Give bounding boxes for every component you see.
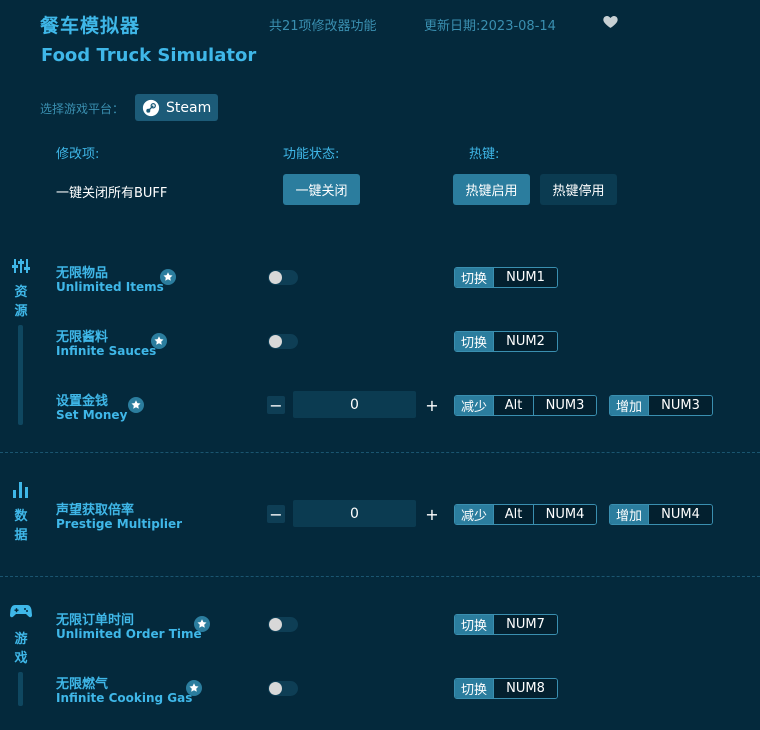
update-date: 更新日期:2023-08-14 — [424, 19, 556, 34]
hotkey-modifier: Alt — [493, 396, 534, 415]
steam-icon — [142, 99, 160, 117]
section-data-label: 数据 — [14, 509, 28, 543]
unlimited-items-label-en: Unlimited Items — [56, 280, 164, 294]
heart-icon[interactable] — [602, 13, 619, 30]
hotkey-toggle-tag: 切换 — [455, 268, 494, 287]
section-divider — [0, 576, 760, 577]
set-money-input[interactable]: 0 — [293, 391, 416, 418]
bar-chart-icon — [11, 480, 31, 498]
prestige-multiplier-increase-button[interactable]: + — [423, 505, 441, 524]
set-money-decrease-hotkey[interactable]: 减少 Alt NUM3 — [454, 395, 598, 416]
section-game-label: 游戏 — [14, 632, 28, 666]
set-money-label-en: Set Money — [56, 408, 128, 422]
hotkey-key: NUM4 — [648, 505, 713, 524]
hotkey-enable-button[interactable]: 热键启用 — [453, 174, 530, 205]
hotkey-key: NUM3 — [533, 396, 597, 415]
star-icon[interactable] — [186, 680, 202, 696]
hotkey-increase-tag: 增加 — [610, 505, 649, 524]
infinite-sauces-toggle[interactable] — [268, 334, 298, 349]
close-all-label: 一键关闭所有BUFF — [56, 186, 168, 201]
prestige-multiplier-decrease-hotkey[interactable]: 减少 Alt NUM4 — [454, 504, 598, 525]
unlimited-items-toggle[interactable] — [268, 270, 298, 285]
prestige-multiplier-label-en: Prestige Multiplier — [56, 517, 183, 531]
hotkey-key: NUM1 — [493, 268, 558, 287]
section-divider — [0, 452, 760, 453]
hotkey-key: NUM8 — [493, 679, 558, 698]
unlimited-order-time-label-cn: 无限订单时间 — [56, 613, 135, 628]
hotkey-key: NUM2 — [493, 332, 558, 351]
hotkey-toggle-tag: 切换 — [455, 615, 494, 634]
infinite-cooking-gas-label-cn: 无限燃气 — [56, 677, 109, 692]
section-resources-bar — [18, 325, 23, 425]
star-icon[interactable] — [194, 616, 210, 632]
sliders-icon — [11, 257, 31, 275]
infinite-cooking-gas-label-en: Infinite Cooking Gas — [56, 691, 193, 705]
hotkey-modifier: Alt — [493, 505, 534, 524]
toggle-knob — [269, 271, 282, 284]
infinite-sauces-label-cn: 无限酱料 — [56, 330, 109, 345]
infinite-sauces-hotkey[interactable]: 切换 NUM2 — [454, 331, 559, 352]
prestige-multiplier-decrease-button[interactable]: − — [267, 505, 285, 524]
unlimited-order-time-hotkey[interactable]: 切换 NUM7 — [454, 614, 559, 635]
hotkey-decrease-tag: 减少 — [455, 505, 494, 524]
toggle-knob — [269, 682, 282, 695]
game-title: Food Truck Simulator — [41, 45, 257, 66]
steam-label: Steam — [166, 99, 212, 116]
hotkey-key: NUM3 — [648, 396, 713, 415]
platform-label: 选择游戏平台： — [40, 102, 125, 116]
set-money-label-cn: 设置金钱 — [56, 394, 109, 409]
set-money-increase-button[interactable]: + — [423, 396, 441, 415]
star-icon[interactable] — [128, 397, 144, 413]
close-all-button[interactable]: 一键关闭 — [283, 174, 360, 205]
unlimited-order-time-toggle[interactable] — [268, 617, 298, 632]
unlimited-order-time-label-en: Unlimited Order Time — [56, 627, 202, 641]
column-mod-header: 修改项: — [56, 147, 100, 162]
toggle-knob — [269, 618, 282, 631]
prestige-multiplier-label-cn: 声望获取倍率 — [56, 503, 135, 518]
infinite-cooking-gas-toggle[interactable] — [268, 681, 298, 696]
unlimited-items-label-cn: 无限物品 — [56, 266, 109, 281]
star-icon[interactable] — [160, 269, 176, 285]
hotkey-toggle-tag: 切换 — [455, 679, 494, 698]
gamepad-icon — [9, 603, 33, 619]
hotkey-disable-button[interactable]: 热键停用 — [540, 174, 617, 205]
infinite-cooking-gas-hotkey[interactable]: 切换 NUM8 — [454, 678, 559, 699]
hotkey-decrease-tag: 减少 — [455, 396, 494, 415]
steam-platform-button[interactable]: Steam — [135, 94, 218, 121]
section-resources-label: 资源 — [14, 285, 28, 319]
hotkey-key: NUM7 — [493, 615, 558, 634]
column-hotkey-header: 热键: — [469, 147, 500, 162]
unlimited-items-hotkey[interactable]: 切换 NUM1 — [454, 267, 559, 288]
toggle-knob — [269, 335, 282, 348]
infinite-sauces-label-en: Infinite Sauces — [56, 344, 157, 358]
app-title: 餐车模拟器 — [40, 15, 141, 37]
hotkey-toggle-tag: 切换 — [455, 332, 494, 351]
feature-count: 共21项修改器功能 — [269, 19, 377, 34]
column-status-header: 功能状态: — [283, 147, 340, 162]
prestige-multiplier-increase-hotkey[interactable]: 增加 NUM4 — [609, 504, 714, 525]
set-money-increase-hotkey[interactable]: 增加 NUM3 — [609, 395, 714, 416]
hotkey-key: NUM4 — [533, 505, 597, 524]
prestige-multiplier-input[interactable]: 0 — [293, 500, 416, 527]
set-money-decrease-button[interactable]: − — [267, 396, 285, 415]
hotkey-increase-tag: 增加 — [610, 396, 649, 415]
section-game-bar — [18, 672, 23, 706]
star-icon[interactable] — [151, 333, 167, 349]
